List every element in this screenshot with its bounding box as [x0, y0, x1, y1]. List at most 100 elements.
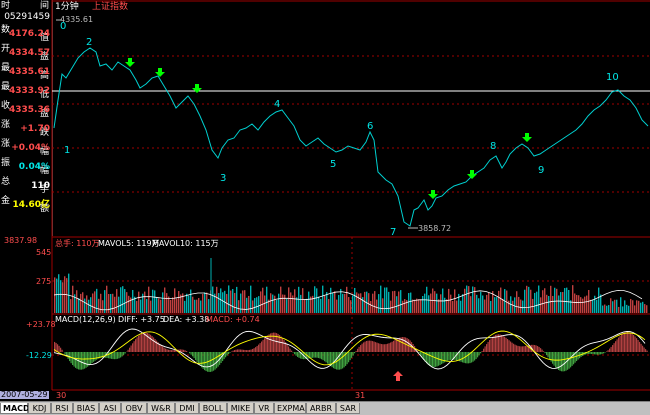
macd-bar — [518, 346, 519, 352]
volume-bar — [448, 289, 449, 313]
macd-bar — [596, 352, 597, 355]
volume-bar — [272, 295, 273, 313]
volume-bar — [518, 297, 519, 313]
macd-bar — [113, 352, 114, 359]
macd-bar — [383, 344, 384, 352]
tab-rsi[interactable]: RSI — [51, 403, 73, 414]
macd-bar — [552, 352, 553, 364]
volume-bar — [462, 294, 463, 313]
macd-bar — [516, 345, 517, 352]
volume-bar — [620, 297, 621, 313]
tab-asi[interactable]: ASI — [99, 403, 121, 414]
volume-bar — [108, 294, 109, 313]
volume-bar — [98, 299, 99, 313]
macd-bar — [155, 339, 156, 352]
volume-bar — [478, 298, 479, 313]
volume-bar — [68, 274, 69, 313]
volume-bar — [642, 302, 643, 313]
macd-bar — [281, 336, 282, 352]
volume-bar — [544, 288, 545, 313]
macd-bar — [482, 351, 483, 352]
tab-macd[interactable]: MACD — [0, 403, 28, 414]
macd-bar — [297, 352, 298, 357]
volume-mavol5: MAVOL5: 119万 — [98, 240, 160, 248]
volume-bar — [386, 287, 387, 313]
volume-bar — [576, 295, 577, 313]
tab-expma[interactable]: EXPMA — [274, 403, 306, 414]
volume-bar — [168, 297, 169, 313]
volume-bar — [558, 295, 559, 313]
volume-bar — [240, 294, 241, 313]
macd-bar — [218, 352, 219, 367]
tab-sar[interactable]: SAR — [336, 403, 360, 414]
macd-bar — [378, 343, 379, 352]
macd-bar — [512, 343, 513, 352]
macd-bar — [549, 352, 550, 359]
macd-bar — [257, 346, 258, 352]
macd-bar — [59, 346, 60, 352]
macd-bar — [474, 352, 475, 360]
volume-bar — [498, 291, 499, 313]
volume-bar — [280, 287, 281, 313]
volume-bar — [232, 289, 233, 313]
volume-bar — [394, 291, 395, 313]
macd-bar — [545, 352, 546, 353]
macd-bar — [84, 352, 85, 369]
tab-dmi[interactable]: DMI — [175, 403, 199, 414]
volume-bar — [270, 293, 271, 313]
macd-bar — [192, 352, 193, 356]
macd-bar — [534, 345, 535, 352]
macd-bar — [248, 350, 249, 352]
day-30-label: 30 — [56, 392, 66, 400]
volume-bar — [644, 304, 645, 313]
volume-bar — [484, 300, 485, 313]
tab-arbr[interactable]: ARBR — [306, 403, 336, 414]
macd-bar — [348, 352, 349, 362]
macd-bar — [440, 352, 441, 365]
volume-bar — [612, 301, 613, 313]
tab-vr[interactable]: VR — [254, 403, 274, 414]
volume-bar — [338, 295, 339, 313]
volume-bar — [392, 291, 393, 313]
macd-bar — [546, 352, 547, 355]
macd-bar — [480, 352, 481, 353]
tab-kdj[interactable]: KDJ — [28, 403, 51, 414]
macd-bar — [488, 342, 489, 352]
volume-bar — [580, 297, 581, 313]
volume-bar — [296, 297, 297, 313]
tab-obv[interactable]: OBV — [121, 403, 147, 414]
macd-bar — [122, 352, 123, 356]
macd-bar — [486, 344, 487, 352]
macd-bar — [605, 352, 606, 353]
volume-bar — [526, 286, 527, 313]
macd-bar — [479, 352, 480, 355]
volume-bar — [354, 288, 355, 313]
volume-bar — [410, 293, 411, 313]
macd-bar — [129, 348, 130, 352]
buy-arrow-icon — [393, 371, 403, 381]
macd-bar — [476, 352, 477, 359]
volume-bar — [604, 305, 605, 313]
volume-bar — [382, 298, 383, 313]
macd-bar — [120, 352, 121, 357]
volume-bar — [230, 291, 231, 313]
macd-bar — [527, 346, 528, 352]
volume-bar — [202, 294, 203, 313]
tab-mike[interactable]: MIKE — [227, 403, 254, 414]
tab-wr[interactable]: W&R — [147, 403, 175, 414]
volume-axis-top: 545 — [36, 249, 51, 257]
macd-bar — [461, 352, 462, 362]
macd-bar — [92, 352, 93, 363]
macd-bar — [198, 352, 199, 364]
macd-bar — [117, 352, 118, 359]
volume-bar — [572, 285, 573, 313]
macd-bar — [93, 352, 94, 362]
tab-boll[interactable]: BOLL — [199, 403, 227, 414]
macd-bar — [114, 352, 115, 359]
macd-bar — [483, 349, 484, 352]
macd-bar — [294, 352, 295, 354]
volume-bar — [228, 285, 229, 313]
tab-bias[interactable]: BIAS — [73, 403, 99, 414]
macd-bar — [230, 352, 231, 353]
volume-bar — [512, 301, 513, 313]
